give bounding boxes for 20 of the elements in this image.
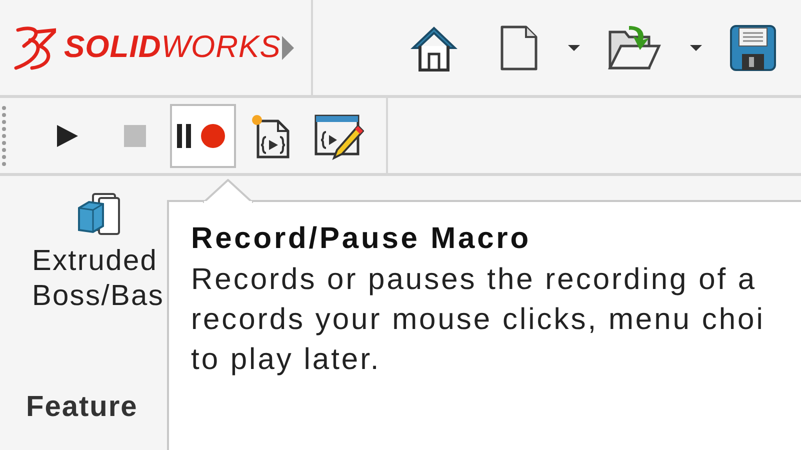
- tooltip-text: records your mouse clicks, menu choi: [191, 302, 765, 338]
- grip-handle-icon[interactable]: [0, 104, 8, 168]
- command-label[interactable]: Extruded: [32, 244, 158, 279]
- stop-icon: [123, 124, 147, 148]
- command-label[interactable]: Boss/Bas: [32, 279, 164, 314]
- new-document-icon[interactable]: [498, 24, 539, 72]
- extrude-icon[interactable]: [75, 190, 121, 236]
- save-icon[interactable]: [728, 24, 777, 72]
- record-pause-button[interactable]: [170, 104, 236, 168]
- dropdown-caret-icon[interactable]: [566, 44, 581, 52]
- play-icon: [55, 124, 79, 148]
- tooltip-text: Records or pauses the recording of a: [191, 262, 757, 298]
- tooltip-text: to play later.: [191, 342, 381, 378]
- expand-arrow-icon[interactable]: [280, 34, 295, 60]
- dropdown-caret-icon[interactable]: [688, 44, 703, 52]
- open-folder-icon[interactable]: [606, 24, 661, 72]
- tooltip-title: Record/Pause Macro: [191, 221, 531, 257]
- logo-text: SOLIDWORKS: [64, 28, 281, 66]
- ribbon-tab[interactable]: Feature: [26, 386, 138, 430]
- new-macro-icon: [250, 112, 292, 158]
